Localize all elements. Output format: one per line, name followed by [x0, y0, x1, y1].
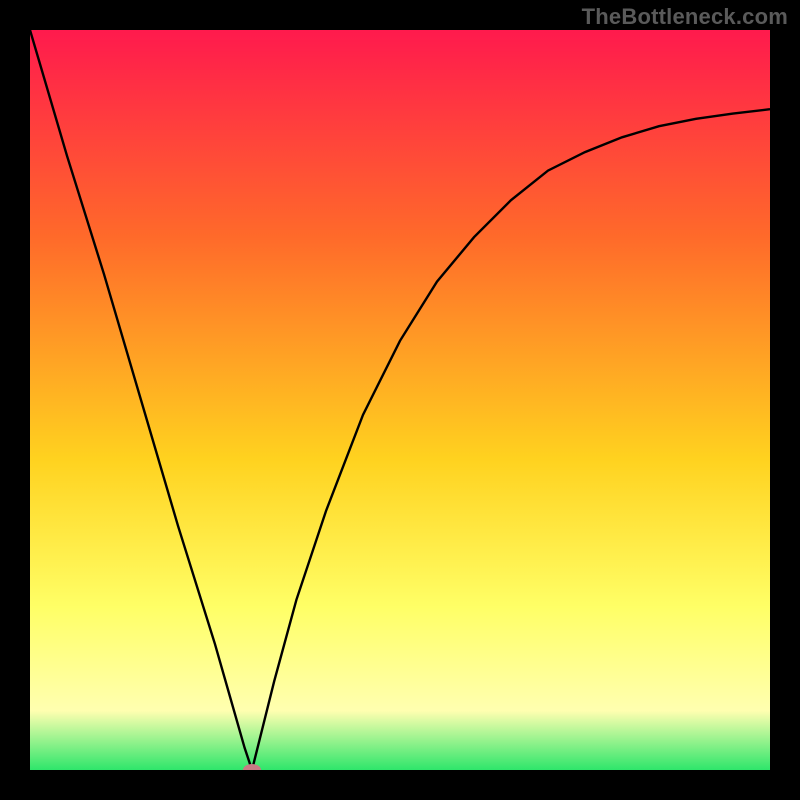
- chart-frame: TheBottleneck.com: [0, 0, 800, 800]
- plot-area: [30, 30, 770, 770]
- bottleneck-curve: [30, 30, 770, 770]
- curve-layer: [30, 30, 770, 770]
- watermark-text: TheBottleneck.com: [582, 4, 788, 30]
- minimum-marker: [243, 764, 261, 770]
